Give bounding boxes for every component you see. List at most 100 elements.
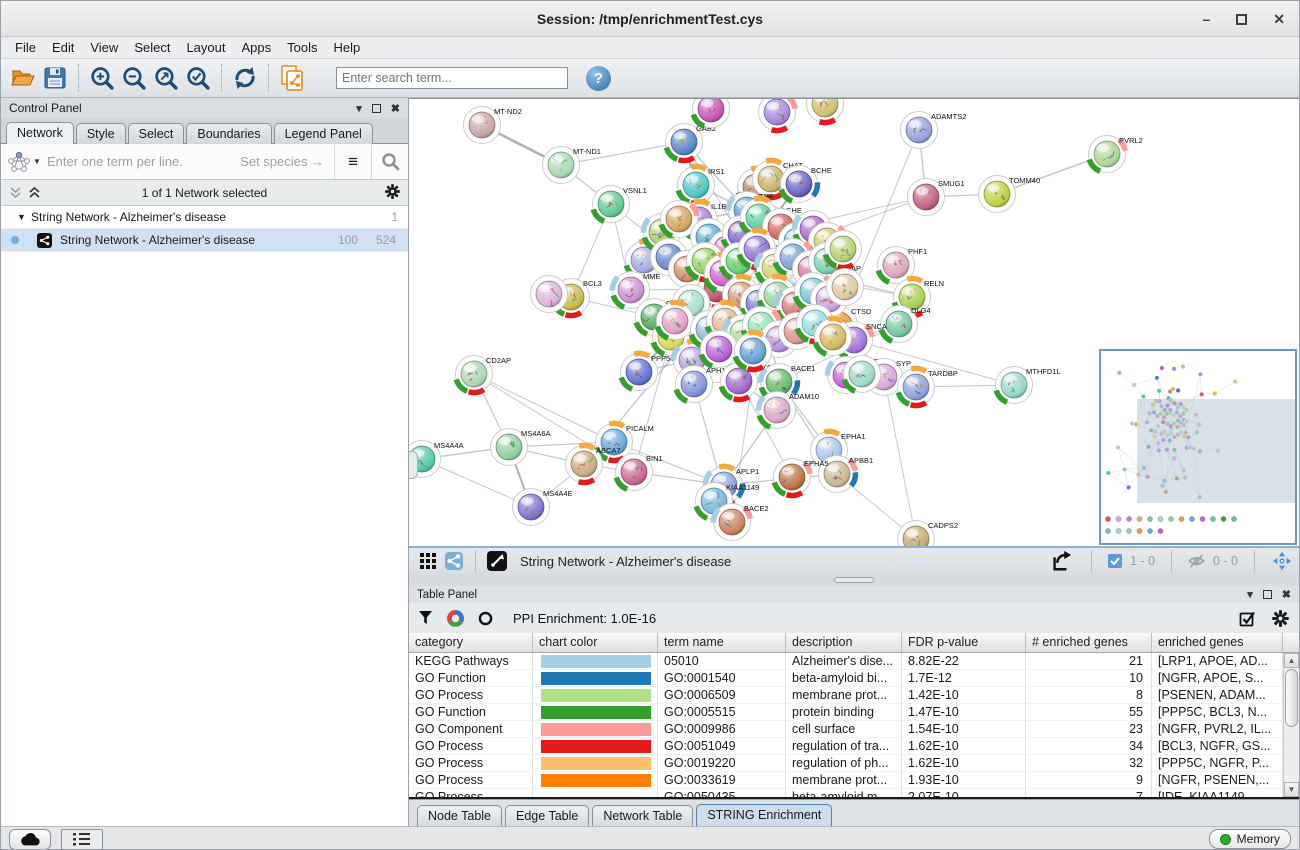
table-vertical-scrollbar[interactable]: ▲ ▼ [1283,653,1299,797]
network-navigator[interactable] [1099,349,1297,545]
zoom-fit-icon[interactable] [150,62,182,94]
open-in-string-icon[interactable] [484,549,510,573]
export-network-icon[interactable] [1047,549,1075,573]
menu-view[interactable]: View [84,39,124,56]
table-panel-close-icon[interactable]: ✖ [1282,588,1291,601]
scroll-down-icon[interactable]: ▼ [1284,782,1299,797]
save-session-button[interactable] [39,62,71,94]
help-icon[interactable]: ? [586,66,611,91]
column-header-term-name[interactable]: term name [658,633,786,652]
network-node-GAB2[interactable]: GAB2 [666,124,717,161]
tab-node-table[interactable]: Node Table [417,805,502,826]
scrollbar-thumb[interactable] [1285,669,1298,727]
tab-legend-panel[interactable]: Legend Panel [274,123,373,144]
network-node-BIN1[interactable]: BIN1 [616,454,663,491]
selected-checkbox-icon[interactable] [1108,554,1122,568]
search-input[interactable] [336,67,568,89]
memory-button[interactable]: Memory [1209,829,1291,849]
string-search-icon[interactable] [372,145,408,179]
network-node-VSNL1[interactable]: VSNL1 [593,186,647,223]
network-node-unlabeled[interactable] [657,302,694,339]
network-node-unlabeled[interactable] [844,356,881,393]
zoom-out-icon[interactable] [118,62,150,94]
panel-close-icon[interactable]: ✖ [391,102,400,115]
network-node-unlabeled[interactable] [735,332,772,369]
network-node-PPP5C[interactable]: PPP5C [621,353,677,390]
horizontal-splitter[interactable] [409,574,1299,586]
menu-help[interactable]: Help [328,39,367,56]
menu-select[interactable]: Select [128,39,176,56]
network-node-ADAMTS2[interactable]: ADAMTS2 [901,112,967,149]
network-node-BACE2[interactable]: BACE2 [713,504,768,541]
network-node-TOMM40[interactable]: TOMM40 [979,176,1041,213]
network-node-unlabeled[interactable] [531,276,568,313]
tab-network[interactable]: Network [6,122,74,144]
tab-network-table[interactable]: Network Table [592,805,693,826]
table-panel-collapse-icon[interactable]: ▾ [1247,588,1253,601]
network-node-unlabeled[interactable] [807,99,844,123]
network-node-ADAM10[interactable]: ADAM10 [758,392,819,429]
tab-string-enrichment[interactable]: STRING Enrichment [696,804,832,826]
column-header-category[interactable]: category [409,633,533,652]
birdseye-view-icon[interactable] [441,549,467,573]
table-settings-gear-icon[interactable] [1272,610,1289,627]
menu-edit[interactable]: Edit [46,39,80,56]
minimize-icon[interactable]: – [1202,11,1210,27]
network-node-CD2AP[interactable]: CD2AP [456,356,512,393]
table-row[interactable]: GO ProcessGO:0050435beta-amyloid m...2.0… [409,789,1299,799]
network-node-MS4A6A[interactable]: MS4A6A [491,429,551,466]
menu-apps[interactable]: Apps [236,39,278,56]
panel-collapse-icon[interactable]: ▾ [356,102,362,115]
table-row[interactable]: GO ProcessGO:0051049regulation of tra...… [409,738,1299,755]
table-row[interactable]: GO FunctionGO:0001540beta-amyloid bi...1… [409,670,1299,687]
network-node-TARDBP[interactable]: TARDBP [898,368,958,405]
close-icon[interactable]: ✕ [1273,11,1285,28]
enrichment-chart-icon[interactable] [447,610,464,627]
network-node-DLG4[interactable]: DLG4 [881,306,931,343]
network-node-MT-ND2[interactable]: MT-ND2 [464,107,522,144]
open-session-button[interactable] [7,62,39,94]
scroll-up-icon[interactable]: ▲ [1284,653,1299,668]
network-node-BCHE[interactable]: BCHE [781,166,832,203]
network-row[interactable]: String Network - Alzheimer's disease 100… [1,229,408,252]
network-node-PVRL2[interactable]: PVRL2 [1089,136,1143,173]
network-node-unlabeled[interactable] [825,231,862,268]
network-node-MTHFD1L[interactable]: MTHFD1L [996,367,1061,404]
maximize-icon[interactable] [1236,14,1247,25]
network-node-MT-ND1[interactable]: MT-ND1 [543,147,601,184]
automation-cloud-button[interactable] [9,829,51,850]
pan-compass-icon[interactable] [1271,550,1293,572]
filter-icon[interactable] [419,611,433,625]
menu-layout[interactable]: Layout [180,39,231,56]
table-row[interactable]: GO ProcessGO:0033619membrane prot...1.93… [409,772,1299,789]
network-node-CADPS2[interactable]: CADPS2 [898,521,959,547]
tab-style[interactable]: Style [76,123,126,144]
tree-expand-icon[interactable]: ▼ [17,212,31,222]
network-node-unlabeled[interactable] [701,331,738,368]
network-panel-gear-icon[interactable] [385,184,400,202]
column-header-description[interactable]: description [786,633,902,652]
network-collection-row[interactable]: ▼ String Network - Alzheimer's disease 1 [1,206,408,229]
network-node-unlabeled[interactable] [827,269,864,306]
navigator-viewport[interactable] [1137,399,1295,503]
task-history-button[interactable] [61,829,103,850]
grid-view-icon[interactable] [415,549,441,573]
network-node-unlabeled[interactable] [693,99,730,128]
network-canvas[interactable]: MT-ND2MT-ND1VSNL1GAB2IRS1ABCA1CHATBCHEIL… [409,98,1299,546]
select-filtered-icon[interactable] [1239,610,1256,627]
zoom-in-icon[interactable] [86,62,118,94]
tab-boundaries[interactable]: Boundaries [186,123,271,144]
table-row[interactable]: GO FunctionGO:0005515protein binding1.47… [409,704,1299,721]
menu-tools[interactable]: Tools [281,39,323,56]
hidden-eye-icon[interactable] [1188,554,1205,568]
string-logo-icon[interactable]: ▼ [1,151,47,173]
column-header-FDR-p-value[interactable]: FDR p-value [902,633,1026,652]
clone-network-icon[interactable] [276,62,308,94]
network-node-unlabeled[interactable] [759,99,796,131]
panel-float-icon[interactable] [372,104,381,113]
network-node-SMUG1[interactable]: SMUG1 [908,179,965,216]
column-header-chart-color[interactable]: chart color [533,633,658,652]
splitter-grip[interactable] [409,451,418,479]
menu-file[interactable]: File [9,39,42,56]
network-node-MS4A4E[interactable]: MS4A4E [513,489,573,526]
